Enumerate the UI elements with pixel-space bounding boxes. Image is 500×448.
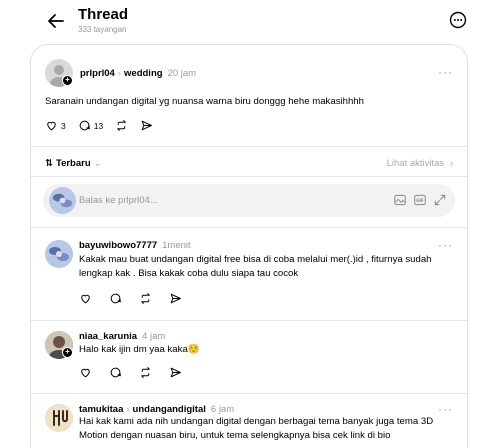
comment-text: Halo kak ijin dm yaa kaka☺️ bbox=[79, 344, 200, 355]
comment-actions bbox=[79, 366, 194, 379]
like-button[interactable] bbox=[79, 366, 92, 379]
expand-icon[interactable] bbox=[433, 193, 447, 207]
profile-photo-icon bbox=[49, 187, 76, 214]
send-icon bbox=[170, 293, 181, 304]
comment-icon bbox=[110, 367, 121, 378]
heart-icon bbox=[47, 121, 56, 131]
topic-tag[interactable]: undangandigital bbox=[133, 404, 206, 415]
comment-item: + niaa_karunia 4 jam Halo kak ijin dm ya… bbox=[31, 321, 467, 393]
svg-text:GIF: GIF bbox=[416, 198, 424, 203]
avatar bbox=[49, 187, 76, 214]
username[interactable]: prlprl04 bbox=[80, 68, 115, 79]
profile-photo-icon bbox=[45, 240, 73, 268]
comment-time: 1menit bbox=[162, 240, 191, 251]
post-meta: prlprl04 › wedding 20 jam bbox=[80, 68, 196, 79]
gif-icon[interactable]: GIF bbox=[413, 193, 427, 207]
brand-logo-icon bbox=[45, 404, 73, 432]
reply-input[interactable]: Balas ke prlprl04... GIF bbox=[43, 184, 455, 217]
username[interactable]: bayuwibowo7777 bbox=[79, 240, 157, 251]
chevron-right-icon: › bbox=[449, 158, 453, 169]
comment-actions bbox=[79, 292, 194, 305]
repost-button[interactable] bbox=[139, 292, 152, 305]
heart-icon bbox=[81, 294, 90, 304]
comment-meta: bayuwibowo7777 1menit bbox=[79, 240, 191, 251]
heart-icon bbox=[81, 368, 90, 378]
thread-card: + prlprl04 › wedding 20 jam ··· Saranain… bbox=[30, 44, 468, 448]
comment-item: tamukitaa › undangandigital 6 jam ··· Ha… bbox=[31, 394, 467, 448]
avatar[interactable] bbox=[45, 240, 73, 268]
reply-placeholder: Balas ke prlprl04... bbox=[79, 195, 158, 206]
sort-label: Terbaru bbox=[55, 158, 91, 169]
comment-icon bbox=[79, 120, 90, 131]
reply-button[interactable] bbox=[109, 292, 122, 305]
back-arrow-icon[interactable] bbox=[44, 9, 68, 33]
comment-icon bbox=[110, 293, 121, 304]
comment-text: Kakak mau buat undangan digital free bis… bbox=[79, 254, 432, 279]
reply-count: 13 bbox=[93, 120, 104, 131]
view-count: 333 tayangan bbox=[78, 25, 127, 34]
share-button[interactable] bbox=[140, 119, 153, 132]
topic-tag[interactable]: wedding bbox=[124, 68, 163, 79]
share-button[interactable] bbox=[169, 366, 182, 379]
username[interactable]: tamukitaa bbox=[79, 404, 123, 415]
reply-button[interactable] bbox=[109, 366, 122, 379]
like-button[interactable]: 3 bbox=[45, 119, 66, 132]
sort-dropdown[interactable]: ⇅ Terbaru ⌄ bbox=[45, 158, 102, 169]
activity-label: Lihat aktivitas bbox=[386, 158, 445, 169]
divider bbox=[31, 176, 467, 177]
avatar[interactable] bbox=[45, 404, 73, 432]
share-button[interactable] bbox=[169, 292, 182, 305]
chevron-right-icon: › bbox=[117, 68, 122, 79]
reply-button[interactable]: 13 bbox=[78, 119, 103, 132]
view-activity-link[interactable]: Lihat aktivitas › bbox=[387, 158, 453, 169]
repost-button[interactable] bbox=[115, 119, 128, 132]
comment-meta: tamukitaa › undangandigital 6 jam bbox=[79, 404, 234, 415]
gallery-icon[interactable] bbox=[393, 193, 407, 207]
divider bbox=[31, 146, 467, 147]
repost-button[interactable] bbox=[139, 366, 152, 379]
chevron-down-icon: ⌄ bbox=[93, 158, 102, 169]
send-icon bbox=[170, 367, 181, 378]
comment-menu-icon[interactable]: ··· bbox=[438, 238, 453, 252]
comment-meta: niaa_karunia 4 jam bbox=[79, 331, 165, 342]
send-icon bbox=[141, 120, 153, 131]
comment-time: 6 jam bbox=[210, 404, 235, 415]
username[interactable]: niaa_karunia bbox=[79, 331, 137, 342]
follow-plus-icon[interactable]: + bbox=[62, 75, 73, 86]
sort-arrows-icon: ⇅ bbox=[45, 158, 53, 169]
chevron-right-icon: › bbox=[126, 404, 130, 415]
original-post: + prlprl04 › wedding 20 jam ··· Saranain… bbox=[31, 45, 467, 145]
repost-icon bbox=[117, 120, 126, 131]
repost-icon bbox=[141, 367, 150, 378]
post-time: 20 jam bbox=[167, 68, 197, 79]
sort-bar: ⇅ Terbaru ⌄ Lihat aktivitas › bbox=[31, 154, 467, 174]
page-title: Thread bbox=[78, 6, 129, 23]
like-count: 3 bbox=[61, 120, 66, 131]
post-menu-icon[interactable]: ··· bbox=[438, 65, 453, 79]
top-bar: Thread 333 tayangan bbox=[0, 0, 500, 44]
post-actions: 3 13 bbox=[45, 119, 165, 132]
repost-icon bbox=[141, 293, 150, 304]
comment-item: bayuwibowo7777 1menit ··· Kakak mau buat… bbox=[31, 228, 467, 320]
post-text: Saranain undangan digital yg nuansa warn… bbox=[45, 96, 364, 107]
comment-menu-icon[interactable]: ··· bbox=[438, 402, 453, 416]
more-options-icon[interactable] bbox=[448, 10, 468, 30]
like-button[interactable] bbox=[79, 292, 92, 305]
follow-plus-icon[interactable]: + bbox=[62, 347, 73, 358]
comment-time: 4 jam bbox=[142, 331, 166, 342]
comment-text: Hai kak kami ada nih undangan digital de… bbox=[79, 416, 434, 441]
